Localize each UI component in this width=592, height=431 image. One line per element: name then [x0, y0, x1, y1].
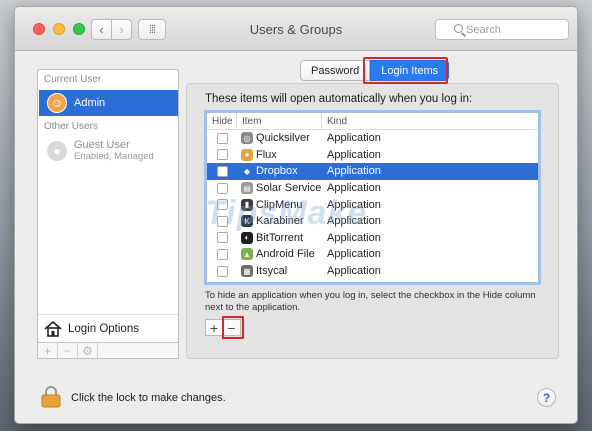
solar-service-icon: ▤	[241, 182, 253, 195]
hide-checkbox[interactable]	[216, 165, 228, 177]
item-cell: ● Flux	[237, 148, 322, 161]
users-groups-window: ‹ › ⁞⁞⁞ Users & Groups Search Current Us…	[14, 6, 578, 424]
search-field[interactable]: Search	[435, 19, 569, 40]
column-header-kind[interactable]: Kind	[322, 113, 538, 129]
hide-checkbox[interactable]	[216, 248, 228, 260]
item-name: Quicksilver	[256, 132, 310, 145]
table-row[interactable]: ◎ Quicksilver Application	[207, 130, 538, 147]
add-login-item-button[interactable]: +	[205, 319, 223, 336]
hide-cell	[207, 232, 237, 244]
login-options-label: Login Options	[68, 322, 139, 335]
hide-cell	[207, 165, 237, 177]
dropbox-icon: ◆	[241, 165, 253, 178]
item-name: Android File	[256, 248, 315, 261]
kind-cell: Application	[327, 182, 381, 195]
user-name: Guest User	[74, 139, 130, 151]
itsycal-icon: ▦	[241, 265, 253, 278]
item-name: Flux	[256, 148, 277, 161]
item-name: BitTorrent	[256, 231, 304, 244]
lock-text: Click the lock to make changes.	[71, 392, 226, 404]
hide-cell	[207, 132, 237, 144]
sidebar-actions: + − ⚙	[38, 342, 178, 358]
table-row[interactable]: ◆ Dropbox Application	[207, 163, 538, 180]
window-toolbar: ‹ › ⁞⁞⁞ Users & Groups Search	[15, 7, 577, 51]
add-user-button[interactable]: +	[38, 343, 58, 358]
table-header: Hide Item Kind	[207, 113, 538, 130]
hide-checkbox[interactable]	[216, 265, 228, 277]
flux-icon: ●	[241, 148, 253, 161]
item-cell: ◆ Dropbox	[237, 165, 322, 178]
hide-help-text: To hide an application when you log in, …	[205, 290, 536, 313]
hide-cell	[207, 248, 237, 260]
login-items-intro: These items will open automatically when…	[205, 93, 473, 105]
user-row-admin[interactable]: ☺ Admin	[39, 90, 178, 116]
item-cell: ▲ Android File	[237, 248, 322, 261]
android-file-icon: ▲	[241, 248, 253, 261]
kind-cell: Application	[327, 231, 381, 244]
other-users-heading: Other Users	[44, 121, 98, 132]
gear-icon[interactable]: ⚙	[78, 343, 98, 358]
question-icon: ?	[542, 390, 551, 405]
search-placeholder: Search	[466, 23, 501, 36]
tab-password[interactable]: Password	[300, 60, 371, 81]
kind-cell: Application	[327, 265, 381, 278]
hide-checkbox[interactable]	[216, 132, 228, 144]
users-sidebar: Current User ☺ Admin Other Users ● Guest…	[37, 69, 179, 359]
item-cell: ▤ Solar Service	[237, 182, 322, 195]
remove-button-highlight	[222, 316, 244, 339]
item-cell: ◎ Quicksilver	[237, 132, 322, 145]
table-row[interactable]: ▲ Android File Application	[207, 246, 538, 263]
avatar: ☺	[47, 93, 67, 113]
login-items-highlight	[363, 57, 448, 84]
avatar: ●	[47, 141, 67, 161]
kind-cell: Application	[327, 248, 381, 261]
user-row-guest[interactable]: ● Guest User Enabled, Managed	[39, 136, 178, 166]
column-header-hide[interactable]: Hide	[207, 113, 237, 129]
help-button[interactable]: ?	[537, 388, 556, 407]
table-row[interactable]: ▦ Itsycal Application	[207, 263, 538, 280]
hide-cell	[207, 265, 237, 277]
item-name: Solar Service	[256, 182, 322, 195]
bittorrent-icon: ◐	[241, 231, 253, 244]
quicksilver-icon: ◎	[241, 132, 253, 145]
hide-checkbox[interactable]	[216, 149, 228, 161]
item-name: Itsycal	[256, 265, 288, 278]
kind-cell: Application	[327, 165, 381, 178]
hide-checkbox[interactable]	[216, 182, 228, 194]
hide-cell	[207, 149, 237, 161]
column-header-item[interactable]: Item	[237, 113, 322, 129]
remove-user-button[interactable]: −	[58, 343, 78, 358]
kind-cell: Application	[327, 132, 381, 145]
hide-checkbox[interactable]	[216, 232, 228, 244]
house-icon	[44, 320, 62, 337]
window-footer: Click the lock to make changes. ?	[15, 371, 577, 423]
item-cell: ▦ Itsycal	[237, 265, 322, 278]
watermark: TipsMake	[205, 194, 368, 232]
table-row[interactable]: ● Flux Application	[207, 147, 538, 164]
user-status: Enabled, Managed	[74, 151, 154, 162]
lock-icon[interactable]	[41, 386, 61, 408]
current-user-heading: Current User	[44, 74, 102, 85]
item-name: Dropbox	[256, 165, 298, 178]
kind-cell: Application	[327, 148, 381, 161]
user-name: Admin	[74, 97, 106, 109]
hide-cell	[207, 182, 237, 194]
item-cell: ◐ BitTorrent	[237, 231, 322, 244]
search-icon	[454, 24, 463, 33]
login-options-item[interactable]: Login Options	[38, 314, 178, 342]
